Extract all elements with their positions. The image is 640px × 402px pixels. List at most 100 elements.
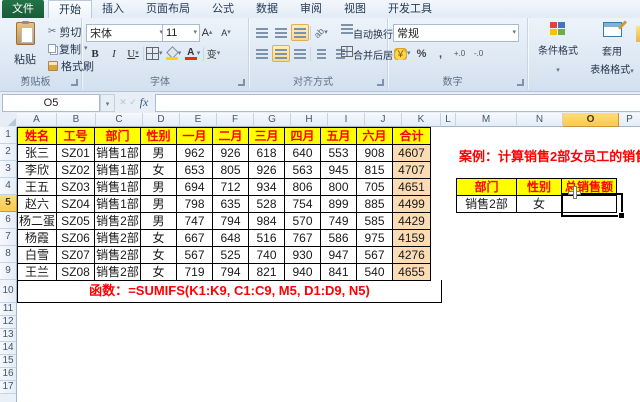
table-cell[interactable]: 4429 [393, 213, 431, 230]
table-cell[interactable]: 694 [177, 179, 213, 196]
column-header-E[interactable]: E [180, 113, 217, 127]
table-cell[interactable]: 516 [249, 230, 285, 247]
table-cell[interactable]: 销售2部 [95, 264, 141, 281]
table-cell[interactable]: 4651 [393, 179, 431, 196]
row-header-8[interactable]: 8 [0, 246, 17, 263]
tab-开始[interactable]: 开始 [48, 0, 92, 18]
table-cell[interactable]: 635 [213, 196, 249, 213]
table-cell[interactable]: 528 [249, 196, 285, 213]
format-as-table-button[interactable]: 套用 表格格式▾ [586, 22, 638, 76]
table-cell[interactable]: 712 [213, 179, 249, 196]
table-cell[interactable]: 821 [249, 264, 285, 281]
table-cell[interactable]: 767 [285, 230, 321, 247]
column-header-F[interactable]: F [217, 113, 254, 127]
table-cell[interactable]: 销售1部 [95, 196, 141, 213]
table-cell[interactable]: 销售2部 [457, 196, 517, 213]
table-cell[interactable]: 984 [249, 213, 285, 230]
row-header-15[interactable]: 15 [0, 355, 17, 368]
table-cell[interactable]: 567 [357, 247, 393, 264]
number-dialog-launcher[interactable] [517, 79, 524, 86]
column-header-O[interactable]: O [563, 113, 619, 127]
row-header-13[interactable]: 13 [0, 329, 17, 342]
table-cell[interactable]: 653 [177, 162, 213, 179]
tab-页面布局[interactable]: 页面布局 [136, 0, 200, 17]
tab-公式[interactable]: 公式 [202, 0, 244, 17]
align-bottom-button[interactable] [291, 24, 309, 41]
table-cell[interactable]: 4499 [393, 196, 431, 213]
wrap-text-label[interactable]: 自动换行 [353, 26, 393, 41]
column-header-I[interactable]: I [328, 113, 365, 127]
row-header-12[interactable]: 12 [0, 316, 17, 329]
align-right-button[interactable] [291, 45, 309, 62]
tab-审阅[interactable]: 审阅 [290, 0, 332, 17]
grow-font-button[interactable]: A▴ [198, 24, 216, 41]
table-cell[interactable]: 男 [141, 213, 177, 230]
cut-button[interactable]: ✂ 剪切 [48, 25, 81, 38]
table-cell[interactable]: 586 [321, 230, 357, 247]
column-header-L[interactable]: L [441, 113, 456, 127]
table-cell[interactable]: 销售2部 [95, 213, 141, 230]
table-header-cell[interactable]: 五月 [321, 128, 357, 145]
tab-视图[interactable]: 视图 [334, 0, 376, 17]
table-cell[interactable]: 女 [141, 247, 177, 264]
clipboard-dialog-launcher[interactable] [71, 79, 78, 86]
table-cell[interactable]: 794 [213, 264, 249, 281]
table-cell[interactable]: SZ06 [57, 230, 95, 247]
table-cell[interactable]: 930 [285, 247, 321, 264]
table-cell[interactable]: 王五 [18, 179, 57, 196]
table-cell[interactable]: 747 [177, 213, 213, 230]
table-cell[interactable]: 800 [321, 179, 357, 196]
font-name-combo[interactable]: 宋体▾ [86, 24, 166, 42]
table-cell[interactable]: 899 [321, 196, 357, 213]
row-header-2[interactable]: 2 [0, 144, 17, 161]
column-header-H[interactable]: H [291, 113, 328, 127]
column-header-D[interactable]: D [143, 113, 180, 127]
table-cell[interactable]: SZ07 [57, 247, 95, 264]
table-cell[interactable]: 女 [517, 196, 562, 213]
select-all-corner[interactable] [0, 113, 18, 128]
table-cell[interactable]: 945 [321, 162, 357, 179]
table-cell[interactable]: 杨二蛋 [18, 213, 57, 230]
alignment-dialog-launcher[interactable] [377, 79, 384, 86]
table-cell[interactable]: 794 [213, 213, 249, 230]
table-header-cell[interactable]: 姓名 [18, 128, 57, 145]
table-cell[interactable]: 640 [285, 145, 321, 162]
table-cell[interactable]: 王兰 [18, 264, 57, 281]
comma-style-button[interactable]: , [432, 45, 450, 62]
table-cell[interactable]: 749 [321, 213, 357, 230]
column-header-N[interactable]: N [517, 113, 563, 127]
table-cell[interactable]: 667 [177, 230, 213, 247]
wrap-text-button[interactable] [341, 24, 353, 34]
table-cell[interactable]: 女 [141, 162, 177, 179]
table-header-cell[interactable]: 部门 [457, 179, 517, 196]
row-header-11[interactable]: 11 [0, 303, 17, 316]
table-cell[interactable]: 4276 [393, 247, 431, 264]
table-cell[interactable]: SZ02 [57, 162, 95, 179]
table-cell[interactable]: 4607 [393, 145, 431, 162]
number-format-combo[interactable]: 常规▾ [393, 24, 519, 42]
decrease-indent-button[interactable] [312, 45, 330, 62]
table-header-cell[interactable]: 性别 [141, 128, 177, 145]
accounting-format-button[interactable]: ￥▾ [393, 45, 412, 62]
table-cell[interactable]: 女 [141, 264, 177, 281]
row-header-6[interactable]: 6 [0, 212, 17, 229]
table-header-cell[interactable]: 二月 [213, 128, 249, 145]
column-header-K[interactable]: K [402, 113, 441, 127]
row-header-1[interactable]: 1 [0, 127, 17, 144]
borders-button[interactable]: ▾ [145, 45, 164, 62]
column-header-J[interactable]: J [365, 113, 402, 127]
table-header-cell[interactable]: 三月 [249, 128, 285, 145]
table-cell[interactable]: 男 [141, 196, 177, 213]
percent-style-button[interactable]: % [413, 45, 431, 62]
table-cell[interactable]: SZ01 [57, 145, 95, 162]
table-cell[interactable]: 杨霞 [18, 230, 57, 247]
underline-button[interactable]: U▾ [124, 45, 142, 62]
table-cell[interactable]: 567 [177, 247, 213, 264]
table-cell[interactable]: 705 [357, 179, 393, 196]
sheet-canvas[interactable]: ABCDEFGHIJKLMNOP 12345678910111213141516… [0, 113, 640, 402]
table-cell[interactable]: 4655 [393, 264, 431, 281]
table-cell[interactable]: 648 [213, 230, 249, 247]
table-cell[interactable]: SZ05 [57, 213, 95, 230]
selected-cell-O5[interactable] [561, 193, 623, 217]
table-cell[interactable]: SZ04 [57, 196, 95, 213]
